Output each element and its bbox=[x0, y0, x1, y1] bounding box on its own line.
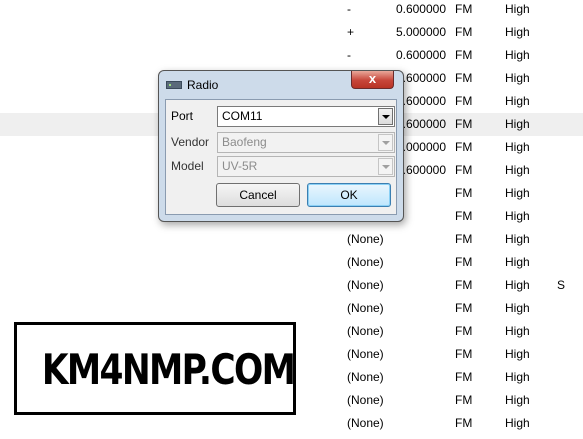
skip-cell bbox=[557, 416, 577, 439]
table-row[interactable]: (None) FM High S bbox=[0, 274, 583, 297]
close-icon: x bbox=[368, 71, 377, 86]
vendor-dropdown[interactable]: Baofeng bbox=[217, 132, 395, 153]
port-dropdown[interactable]: COM11 bbox=[217, 106, 395, 127]
chevron-down-icon bbox=[382, 165, 390, 169]
vendor-value: Baofeng bbox=[222, 135, 267, 149]
ok-button[interactable]: OK bbox=[307, 183, 391, 207]
table-row[interactable]: (None) FM High bbox=[0, 228, 583, 251]
table-row[interactable]: +5.000000 FM High bbox=[0, 21, 583, 44]
model-dropdown[interactable]: UV-5R bbox=[217, 156, 395, 177]
logo-text: KM4NMP.COM bbox=[41, 345, 296, 394]
radio-dialog: Radio x Port COM11 Vendor Baofeng Model … bbox=[158, 70, 404, 222]
dialog-body: Port COM11 Vendor Baofeng Model UV-5R Ca… bbox=[165, 99, 397, 215]
model-value: UV-5R bbox=[222, 159, 258, 173]
chevron-down-icon bbox=[382, 141, 390, 145]
close-button[interactable]: x bbox=[351, 71, 394, 89]
port-value: COM11 bbox=[222, 109, 263, 123]
frequency-cell bbox=[360, 416, 446, 439]
model-dropdown-button[interactable] bbox=[378, 158, 393, 175]
table-row[interactable]: (None) FM High bbox=[0, 251, 583, 274]
table-row[interactable]: -0.600000 FM High bbox=[0, 0, 583, 21]
table-row[interactable]: (None) FM High bbox=[0, 412, 583, 435]
vendor-label: Vendor bbox=[171, 135, 210, 149]
port-dropdown-button[interactable] bbox=[378, 108, 393, 125]
dialog-title: Radio bbox=[187, 78, 219, 92]
port-label: Port bbox=[171, 109, 194, 123]
chevron-down-icon bbox=[382, 115, 390, 119]
watermark-logo: KM4NMP.COM bbox=[14, 322, 296, 415]
table-row[interactable]: (None) FM High bbox=[0, 297, 583, 320]
cancel-button[interactable]: Cancel bbox=[216, 183, 300, 207]
power-cell: High bbox=[505, 416, 530, 430]
mode-cell: FM bbox=[455, 416, 473, 430]
model-label: Model bbox=[171, 159, 204, 173]
dialog-title-bar[interactable]: Radio x bbox=[159, 71, 403, 97]
radio-icon bbox=[166, 81, 182, 89]
table-row[interactable]: -0.600000 FM High bbox=[0, 44, 583, 67]
vendor-dropdown-button[interactable] bbox=[378, 134, 393, 151]
